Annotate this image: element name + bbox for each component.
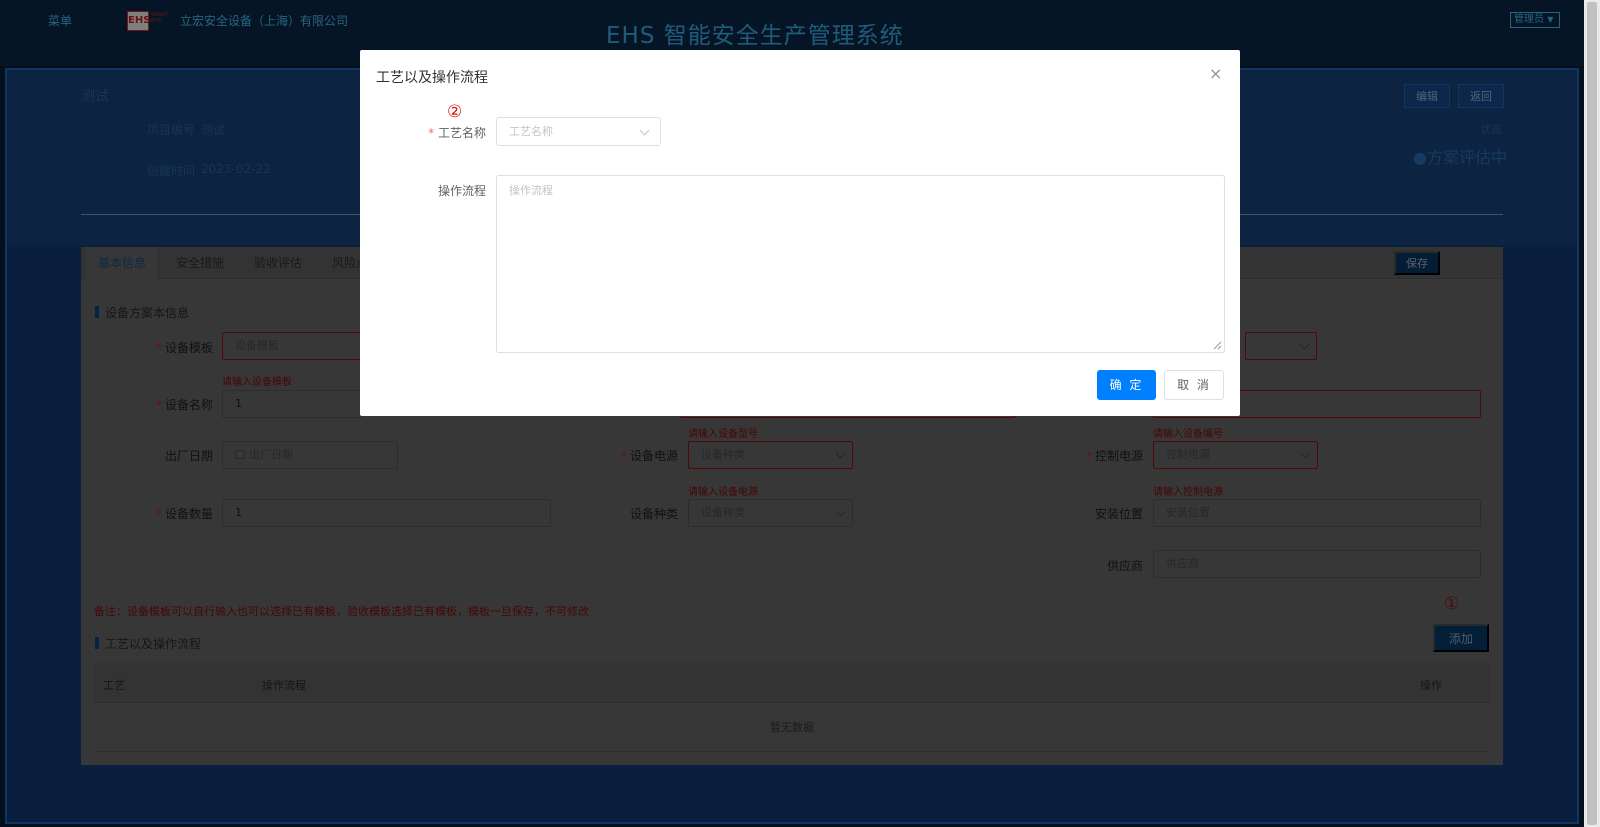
operation-flow-label: 操作流程	[437, 184, 486, 198]
step-marker-2: ②	[447, 102, 463, 122]
dialog-title: 工艺以及操作流程	[376, 70, 488, 86]
resize-handle-icon[interactable]	[1213, 341, 1222, 350]
close-icon[interactable]: ×	[1209, 64, 1222, 83]
cancel-button[interactable]: 取 消	[1164, 370, 1224, 400]
confirm-button[interactable]: 确 定	[1097, 370, 1156, 400]
process-name-label: * 工艺名称	[428, 126, 486, 140]
scrollbar-thumb[interactable]	[1587, 2, 1597, 825]
process-name-select[interactable]: 工艺名称	[496, 117, 661, 146]
operation-flow-textarea[interactable]: 操作流程	[496, 175, 1225, 353]
